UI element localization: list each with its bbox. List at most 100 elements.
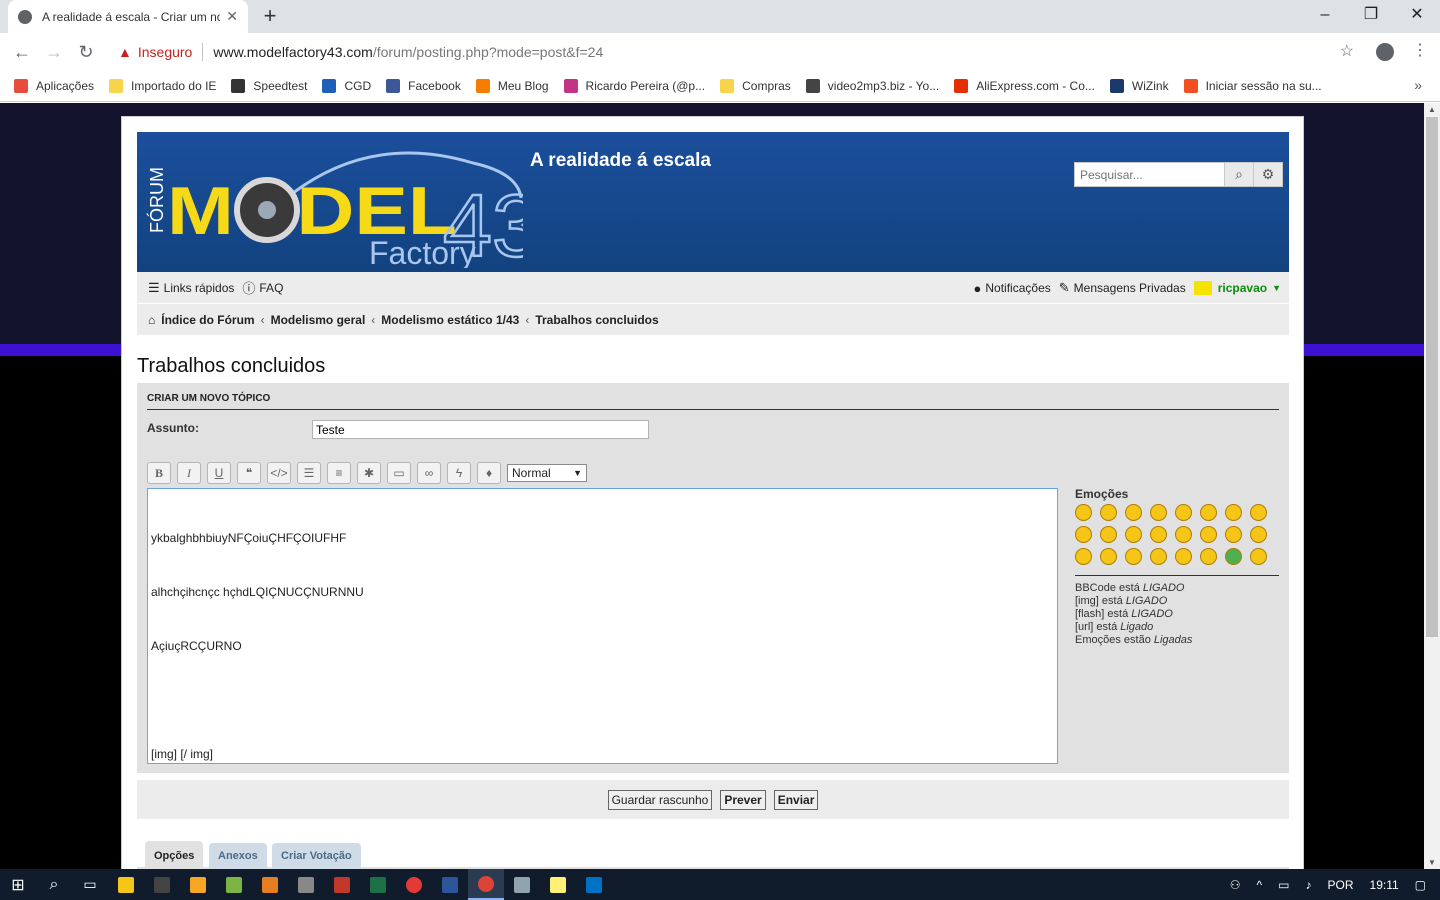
bookmark-item[interactable]: Facebook [386, 79, 461, 93]
smiley-icon[interactable] [1100, 526, 1117, 543]
list-button[interactable]: ☰ [297, 462, 321, 484]
link-button[interactable]: ∞ [417, 462, 441, 484]
bookmark-item[interactable]: Importado do IE [109, 79, 216, 93]
notifications-icon[interactable]: ▢ [1415, 878, 1426, 892]
font-size-select[interactable]: Normal ▼ [507, 464, 587, 482]
ordered-list-button[interactable]: ≡ [327, 462, 351, 484]
clock[interactable]: 19:11 [1370, 878, 1399, 892]
bookmark-star-icon[interactable]: ☆ [1340, 41, 1354, 61]
app-icon[interactable] [216, 869, 252, 900]
bookmark-item[interactable]: Meu Blog [475, 79, 549, 93]
smiley-icon[interactable] [1175, 504, 1192, 521]
maximize-icon[interactable]: ❐ [1356, 4, 1386, 26]
smiley-icon[interactable] [1125, 504, 1142, 521]
smiley-icon[interactable] [1150, 548, 1167, 565]
new-tab-button[interactable]: + [258, 4, 282, 28]
smiley-icon[interactable] [1150, 526, 1167, 543]
search-input[interactable] [1074, 162, 1225, 187]
word-icon[interactable] [432, 869, 468, 900]
smiley-icon[interactable] [1225, 526, 1242, 543]
more-bookmarks-icon[interactable]: » [1414, 77, 1422, 93]
code-button[interactable]: </> [267, 462, 291, 484]
minimize-icon[interactable]: – [1310, 4, 1340, 26]
reload-icon[interactable]: ↻ [74, 41, 98, 63]
profile-icon[interactable] [1376, 43, 1394, 61]
smiley-icon[interactable] [1175, 548, 1192, 565]
language-indicator[interactable]: POR [1328, 878, 1354, 892]
app-icon[interactable] [324, 869, 360, 900]
breadcrumb-item[interactable]: Trabalhos concluidos [535, 313, 658, 327]
color-button[interactable]: ♦ [477, 462, 501, 484]
image-button[interactable]: ▭ [387, 462, 411, 484]
quick-links-menu[interactable]: ☰ Links rápidos [148, 280, 234, 296]
people-icon[interactable]: ⚇ [1230, 878, 1241, 892]
chrome-icon[interactable] [468, 869, 504, 900]
bookmark-item[interactable]: Ricardo Pereira (@p... [563, 79, 705, 93]
smiley-icon[interactable] [1075, 548, 1092, 565]
bookmark-item[interactable]: Iniciar sessão na su... [1183, 79, 1322, 93]
app-icon[interactable] [396, 869, 432, 900]
bookmark-item[interactable]: video2mp3.biz - Yo... [805, 79, 939, 93]
scrollbar-thumb[interactable] [1426, 117, 1438, 637]
close-window-icon[interactable]: ✕ [1402, 4, 1432, 26]
bookmark-item[interactable]: AliExpress.com - Co... [954, 79, 1095, 93]
smiley-icon[interactable] [1125, 548, 1142, 565]
message-textarea[interactable]: ykbalghbhbiuyNFÇoiuÇHFÇOIUFHF alhchçihcn… [147, 488, 1058, 764]
smiley-icon[interactable] [1125, 526, 1142, 543]
task-view-icon[interactable]: ▭ [72, 869, 108, 900]
excel-icon[interactable] [360, 869, 396, 900]
quote-button[interactable]: ❝ [237, 462, 261, 484]
tab-create-poll[interactable]: Criar Votação [272, 843, 361, 869]
faq-link[interactable]: ⓘ FAQ [242, 278, 283, 297]
browser-tab[interactable]: A realidade á escala - Criar um no ✕ [8, 0, 248, 33]
app-icon[interactable] [252, 869, 288, 900]
bookmark-item[interactable]: Compras [720, 79, 791, 93]
bookmark-item[interactable]: Speedtest [231, 79, 307, 93]
smiley-icon[interactable] [1075, 526, 1092, 543]
list-item-button[interactable]: ✱ [357, 462, 381, 484]
smiley-icon[interactable] [1100, 548, 1117, 565]
search-icon[interactable]: ⌕ [36, 869, 72, 900]
back-icon[interactable]: ← [10, 41, 34, 63]
subject-input[interactable] [312, 420, 649, 439]
bookmark-item[interactable]: WiZink [1109, 79, 1169, 93]
scroll-up-icon[interactable]: ▲ [1428, 105, 1436, 114]
tab-attachments[interactable]: Anexos [209, 843, 267, 869]
underline-button[interactable]: U [207, 462, 231, 484]
smiley-icon[interactable] [1200, 548, 1217, 565]
flash-button[interactable]: ϟ [447, 462, 471, 484]
smiley-icon[interactable] [1175, 526, 1192, 543]
page-scrollbar[interactable]: ▲ ▼ [1424, 103, 1440, 869]
smiley-icon[interactable] [1150, 504, 1167, 521]
breadcrumb-item[interactable]: Modelismo geral [271, 313, 366, 327]
smiley-icon[interactable] [1250, 548, 1267, 565]
smiley-icon[interactable] [1200, 504, 1217, 521]
network-icon[interactable]: ▭ [1278, 878, 1289, 892]
menu-dots-icon[interactable]: ⋮ [1412, 40, 1428, 60]
notifications-link[interactable]: ● Notificações [974, 281, 1051, 296]
smiley-icon[interactable] [1250, 504, 1267, 521]
smiley-icon[interactable] [1100, 504, 1117, 521]
user-menu[interactable]: ricpavao ▼ [1193, 281, 1281, 295]
smiley-icon[interactable] [1200, 526, 1217, 543]
chevron-up-icon[interactable]: ^ [1257, 878, 1263, 892]
smiley-icon[interactable] [1075, 504, 1092, 521]
address-bar[interactable]: ▲ Inseguro www.modelfactory43.com /forum… [108, 38, 1366, 66]
smiley-icon[interactable] [1250, 526, 1267, 543]
search-icon[interactable]: ⌕ [1225, 162, 1254, 187]
forum-logo[interactable]: FÓRUM MODEL 43 Factory [143, 138, 523, 268]
gear-icon[interactable]: ⚙ [1254, 162, 1283, 187]
italic-button[interactable]: I [177, 462, 201, 484]
file-explorer-icon[interactable] [108, 869, 144, 900]
bookmark-item[interactable]: CGD [322, 79, 371, 93]
start-button[interactable]: ⊞ [0, 869, 36, 900]
home-icon[interactable]: ⌂ [148, 313, 155, 327]
submit-button[interactable]: Enviar [773, 789, 819, 810]
forward-icon[interactable]: → [42, 41, 66, 63]
app-icon[interactable] [288, 869, 324, 900]
close-tab-icon[interactable]: ✕ [226, 8, 238, 25]
scroll-down-icon[interactable]: ▼ [1428, 858, 1436, 867]
smiley-icon[interactable] [1225, 504, 1242, 521]
app-icon[interactable] [144, 869, 180, 900]
bookmark-item[interactable]: Aplicações [14, 79, 94, 93]
